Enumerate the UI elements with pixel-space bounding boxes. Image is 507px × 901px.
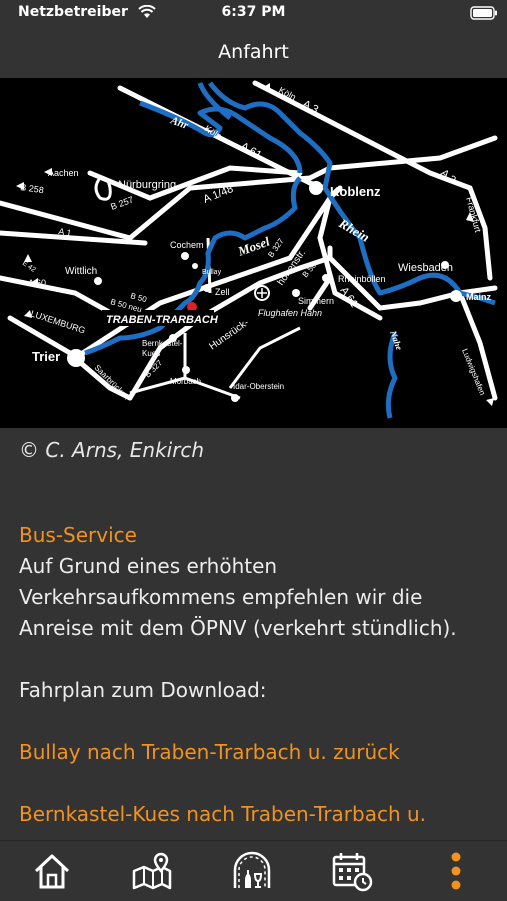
wine-cellar-icon [233, 851, 271, 888]
page-title: Anfahrt [218, 41, 289, 63]
label-ahr: Ahr [168, 114, 190, 132]
map-copyright: © C. Arns, Enkirch [19, 438, 205, 462]
label-rhein: Rhein [336, 215, 373, 245]
label-b327: B 327 [143, 358, 165, 380]
label-kues: Kues [142, 349, 160, 358]
label-mainz: Mainz [466, 292, 492, 302]
download-label: Fahrplan zum Download: [19, 678, 267, 702]
timetable-link-bernkastel[interactable]: Bernkastel-Kues nach Traben-Trarbach u. [19, 799, 489, 830]
tab-map[interactable] [130, 849, 174, 893]
tab-wine-cellar[interactable] [230, 849, 274, 893]
tab-events[interactable] [330, 849, 374, 893]
label-morbach: Morbach [170, 377, 201, 386]
label-cochem: Cochem [170, 240, 204, 250]
city-dots [67, 181, 462, 402]
body-line-1: Auf Grund eines erhöhten [19, 554, 278, 578]
status-bar: Netzbetreiber 6:37 PM [0, 0, 507, 28]
label-aachen: Aachen [48, 168, 79, 178]
label-e42: E 42 [21, 260, 37, 274]
label-simmern: Simmern [298, 296, 334, 306]
tab-home[interactable] [30, 849, 74, 893]
label-saarbruecken: Saarbrücken [93, 363, 131, 401]
label-trier: Trier [32, 349, 60, 364]
bus-service-section: Bus-Service Auf Grund eines erhöhten Ver… [19, 520, 489, 830]
navigation-bar: Anfahrt [0, 28, 507, 78]
battery-icon [470, 6, 497, 20]
label-zell: Zell [215, 287, 230, 297]
more-icon [451, 852, 461, 890]
body-line-2: Verkehrsaufkommens empfehlen wir die [19, 585, 423, 609]
label-traben-trarbach: TRABEN-TRARBACH [106, 314, 219, 326]
body-line-3: Anreise mit dem ÖPNV (verkehrt stündlich… [19, 616, 457, 640]
calendar-icon [332, 853, 373, 892]
label-b257: B 257 [109, 194, 135, 211]
home-icon [34, 854, 70, 889]
label-wittlich: Wittlich [65, 266, 97, 277]
route-map[interactable]: Köln A 3 Ahr Köln A 61 Aachen Nürburgrin… [0, 78, 507, 428]
label-idar-oberstein: Idar-Oberstein [233, 382, 284, 391]
label-bernkastel: Bernkastel- [142, 339, 183, 348]
label-rheinboellen: Rheinböllen [338, 274, 386, 284]
label-flughafen-hahn: Flughafen Hahn [258, 308, 322, 318]
label-wiesbaden: Wiesbaden [398, 262, 453, 274]
label-bullay: Bullay [202, 269, 222, 276]
airport-plane-icon [257, 288, 267, 298]
status-time: 6:37 PM [221, 4, 286, 20]
tab-more[interactable] [434, 849, 478, 893]
tab-bar [0, 840, 507, 901]
route-map-graphic: Köln A 3 Ahr Köln A 61 Aachen Nürburgrin… [0, 80, 498, 419]
timetable-link-bullay[interactable]: Bullay nach Traben-Trarbach u. zurück [19, 737, 489, 768]
label-nuerburgring: Nürburgring [118, 179, 176, 191]
section-heading: Bus-Service [19, 523, 137, 547]
label-koblenz: Koblenz [330, 184, 381, 199]
map-icon [132, 852, 172, 890]
